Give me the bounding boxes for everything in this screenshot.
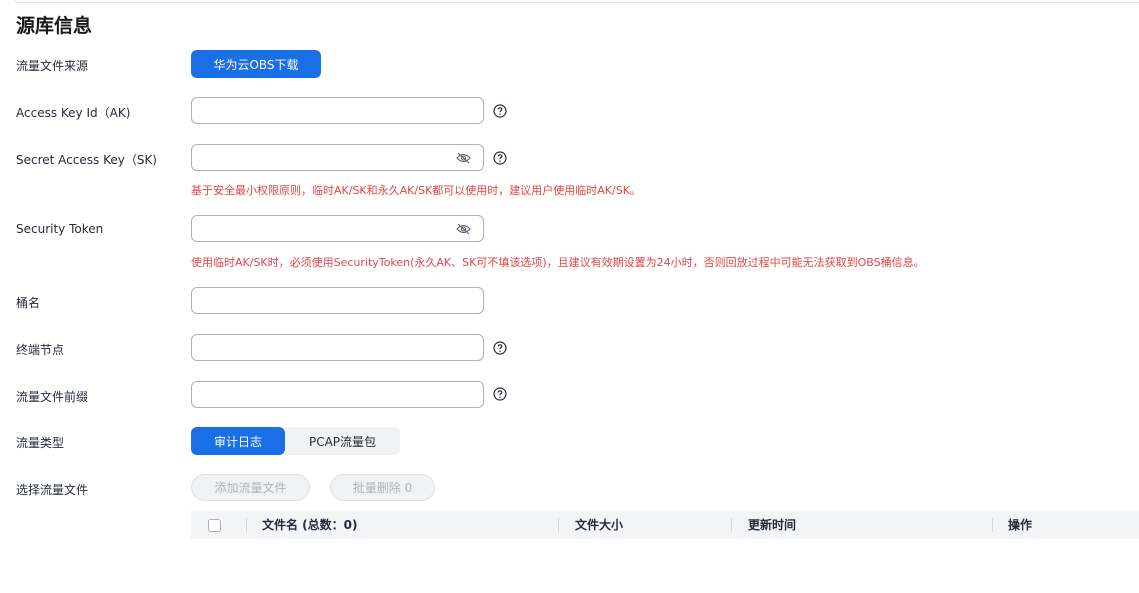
help-icon[interactable]	[493, 151, 507, 165]
help-icon[interactable]	[493, 341, 507, 355]
help-icon[interactable]	[493, 387, 507, 401]
sk-label: Secret Access Key（SK)	[16, 153, 157, 167]
endpoint-label: 终端节点	[16, 343, 65, 357]
select-all-checkbox[interactable]	[208, 519, 221, 532]
traffic-type-label: 流量类型	[16, 436, 65, 450]
sk-input[interactable]	[191, 144, 484, 171]
source-label: 流量文件来源	[16, 59, 89, 73]
add-traffic-file-button[interactable]: 添加流量文件	[191, 474, 310, 501]
column-file-size[interactable]: 文件大小	[575, 511, 623, 539]
obs-download-button[interactable]: 华为云OBS下载	[191, 50, 321, 78]
ak-label: Access Key Id（AK)	[16, 106, 131, 120]
token-input[interactable]	[191, 215, 484, 242]
previous-card-edge	[14, 0, 1139, 3]
column-update-time[interactable]: 更新时间	[748, 511, 796, 539]
column-divider	[558, 518, 559, 532]
eye-hidden-icon[interactable]	[456, 223, 471, 235]
file-table-header: 文件名 (总数：0) 文件大小 更新时间 操作	[191, 511, 1139, 539]
batch-delete-button[interactable]: 批量删除 0	[330, 474, 435, 501]
column-divider	[992, 518, 993, 532]
endpoint-input[interactable]	[191, 334, 484, 361]
token-hint: 使用临时AK/SK时，必须使用SecurityToken(永久AK、SK可不填该…	[191, 256, 925, 269]
select-files-label: 选择流量文件	[16, 483, 89, 497]
sk-hint: 基于安全最小权限原则，临时AK/SK和永久AK/SK都可以使用时，建议用户使用临…	[191, 184, 641, 197]
traffic-type-pcap[interactable]: PCAP流量包	[285, 427, 400, 455]
traffic-type-audit-log[interactable]: 审计日志	[191, 427, 285, 455]
prefix-label: 流量文件前缀	[16, 390, 89, 404]
section-title: 源库信息	[16, 15, 93, 37]
column-file-name[interactable]: 文件名 (总数：0)	[262, 511, 358, 539]
prefix-input[interactable]	[191, 381, 484, 408]
help-icon[interactable]	[493, 104, 507, 118]
bucket-input[interactable]	[191, 287, 484, 314]
bucket-label: 桶名	[16, 296, 41, 310]
column-divider	[246, 518, 247, 532]
column-divider	[731, 518, 732, 532]
token-label: Security Token	[16, 222, 104, 236]
column-actions: 操作	[1008, 518, 1033, 532]
eye-hidden-icon[interactable]	[456, 152, 471, 164]
ak-input[interactable]	[191, 97, 484, 124]
